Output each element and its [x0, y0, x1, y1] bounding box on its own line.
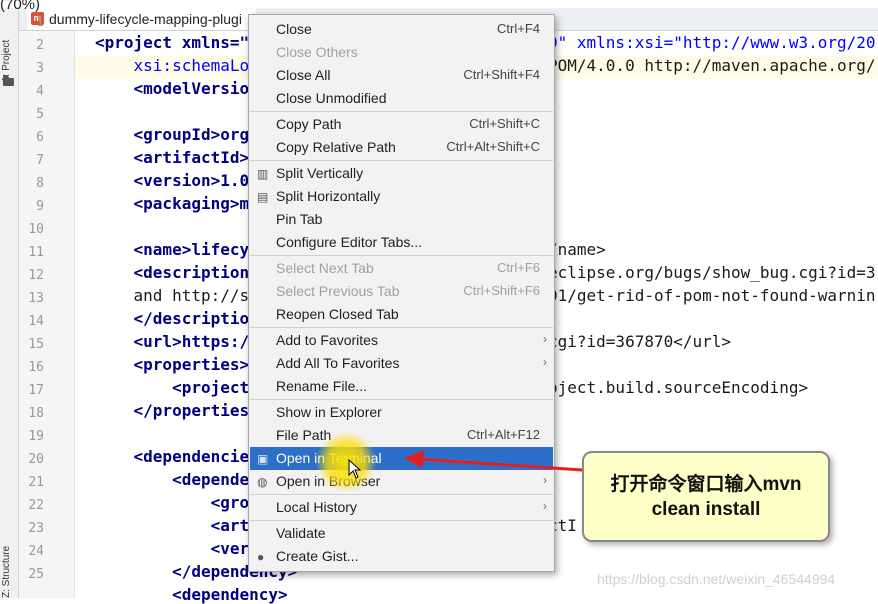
annotation-callout: 打开命令窗口输入mvn clean install	[582, 451, 830, 542]
callout-line-1: 打开命令窗口输入mvn	[610, 473, 802, 495]
callout-line-2: clean install	[651, 498, 761, 520]
